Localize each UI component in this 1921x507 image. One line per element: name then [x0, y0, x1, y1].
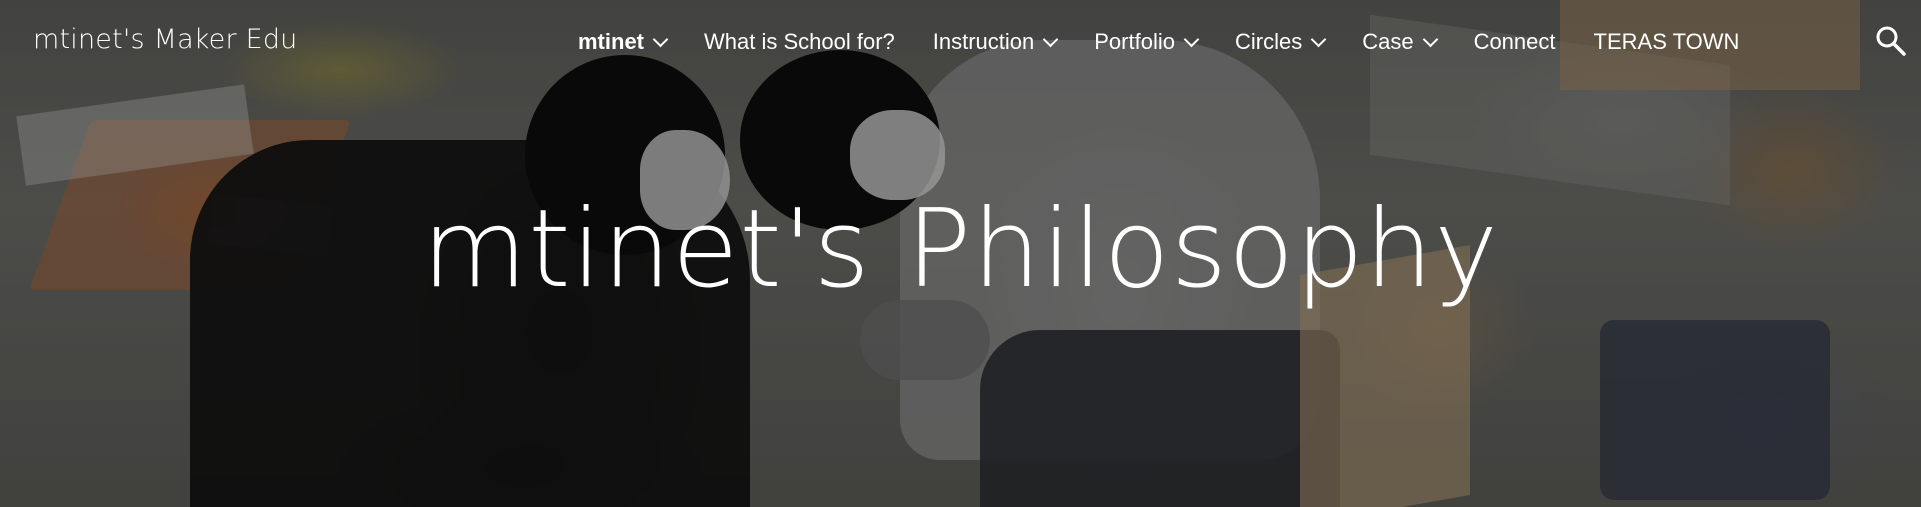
nav-item-label: Connect — [1473, 29, 1556, 54]
nav-item-what-is-school-for[interactable]: What is School for? — [704, 29, 895, 55]
nav-item-label: Portfolio — [1094, 29, 1175, 54]
nav-item-label: TERAS TOWN — [1593, 29, 1740, 54]
site-title-link[interactable]: mtinet's Maker Edu — [33, 24, 298, 55]
page-title: mtinet's Philosophy — [421, 187, 1499, 312]
chevron-down-icon[interactable] — [1042, 31, 1059, 47]
chevron-down-icon[interactable] — [652, 31, 669, 47]
chevron-down-icon[interactable] — [1310, 31, 1327, 47]
nav-item-label: What is School for? — [704, 29, 895, 54]
nav-item-label: Circles — [1234, 29, 1303, 54]
nav-item-mtinet[interactable]: mtinet — [578, 29, 669, 55]
nav-item-teras-town[interactable]: TERAS TOWN — [1594, 29, 1740, 55]
search-icon — [1876, 26, 1906, 56]
nav-item-case[interactable]: Case — [1362, 29, 1438, 55]
nav-item-portfolio[interactable]: Portfolio — [1094, 29, 1200, 55]
nav-item-label: Instruction — [932, 29, 1035, 54]
nav-item-circles[interactable]: Circles — [1234, 29, 1327, 55]
chevron-down-icon[interactable] — [1422, 31, 1438, 47]
nav-item-label: Case — [1362, 29, 1414, 54]
chevron-down-icon[interactable] — [1183, 31, 1200, 47]
search-button[interactable] — [1874, 24, 1908, 58]
nav-item-instruction[interactable]: Instruction — [932, 29, 1059, 55]
site-header: mtinet's Maker Edu mtinet What is School… — [0, 0, 1921, 82]
nav-item-connect[interactable]: Connect — [1474, 29, 1556, 55]
nav-item-label: mtinet — [578, 29, 644, 54]
main-nav: mtinet What is School for? Instruction P… — [578, 26, 1777, 58]
